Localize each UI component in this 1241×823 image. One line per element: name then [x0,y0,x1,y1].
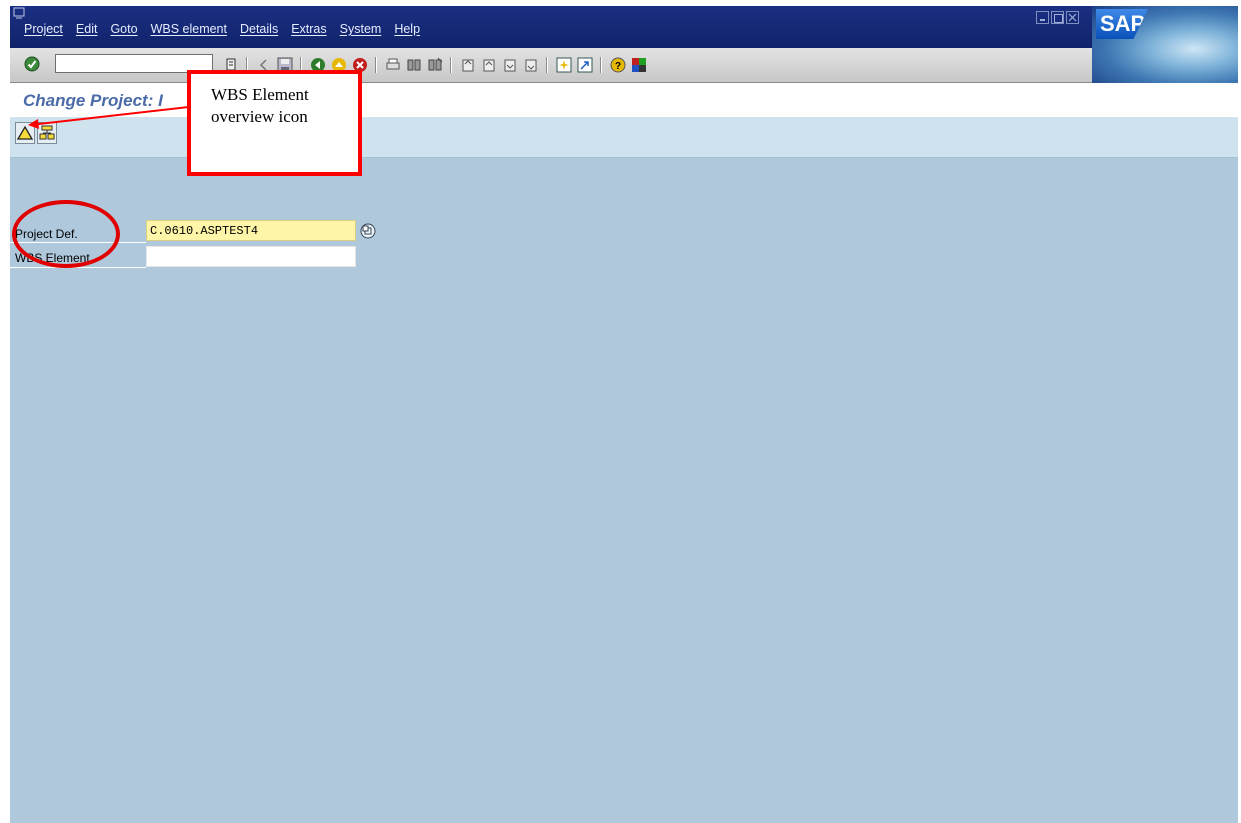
menu-edit[interactable]: Edit [76,22,98,36]
standard-toolbar: ? [10,48,1092,83]
system-menu-icon[interactable] [13,7,25,19]
last-page-icon[interactable] [522,56,539,73]
enter-icon[interactable] [24,56,40,72]
toolbar-separator [546,56,548,73]
callout-line-2: overview icon [211,107,308,126]
help-icon[interactable]: ? [609,56,626,73]
menu-project[interactable]: Project [24,22,63,36]
wbs-element-overview-button[interactable] [15,122,35,144]
menu-system[interactable]: System [340,22,382,36]
minimize-icon[interactable] [1036,11,1049,24]
menu-details[interactable]: Details [240,22,278,36]
toolbar-separator [450,56,452,73]
create-session-icon[interactable] [555,56,572,73]
highlight-ellipse [12,200,120,268]
page-title: Change Project: I [23,91,163,110]
menu-wbs-element[interactable]: WBS element [151,22,227,36]
toolbar-separator [600,56,602,73]
print-icon[interactable] [384,56,401,73]
menu-bar: Project Edit Goto WBS element Details Ex… [10,6,1238,48]
value-help-icon[interactable] [360,223,376,239]
menu-goto[interactable]: Goto [110,22,137,36]
callout-line-1: WBS Element [211,85,309,104]
customize-layout-icon[interactable] [630,56,647,73]
first-page-icon[interactable] [459,56,476,73]
annotation-callout: WBS Element overview icon [187,70,362,176]
wbs-element-overview-icon [17,125,33,140]
find-icon[interactable] [405,56,422,73]
project-def-input[interactable]: C.0610.ASPTEST4 [146,220,356,241]
menu-extras[interactable]: Extras [291,22,326,36]
sap-logo: SAP [1096,9,1148,39]
toolbar-separator [375,56,377,73]
next-page-icon[interactable] [501,56,518,73]
previous-page-icon[interactable] [480,56,497,73]
find-next-icon[interactable] [426,56,443,73]
sap-logo-area: SAP [1092,6,1238,84]
shortcut-icon[interactable] [576,56,593,73]
menu-help[interactable]: Help [394,22,420,36]
close-icon[interactable] [1066,11,1079,24]
wbs-element-input[interactable] [146,246,356,267]
hierarchy-icon [39,125,55,140]
hierarchy-button[interactable] [37,122,57,144]
svg-text:?: ? [614,61,620,72]
maximize-icon[interactable] [1051,11,1064,24]
